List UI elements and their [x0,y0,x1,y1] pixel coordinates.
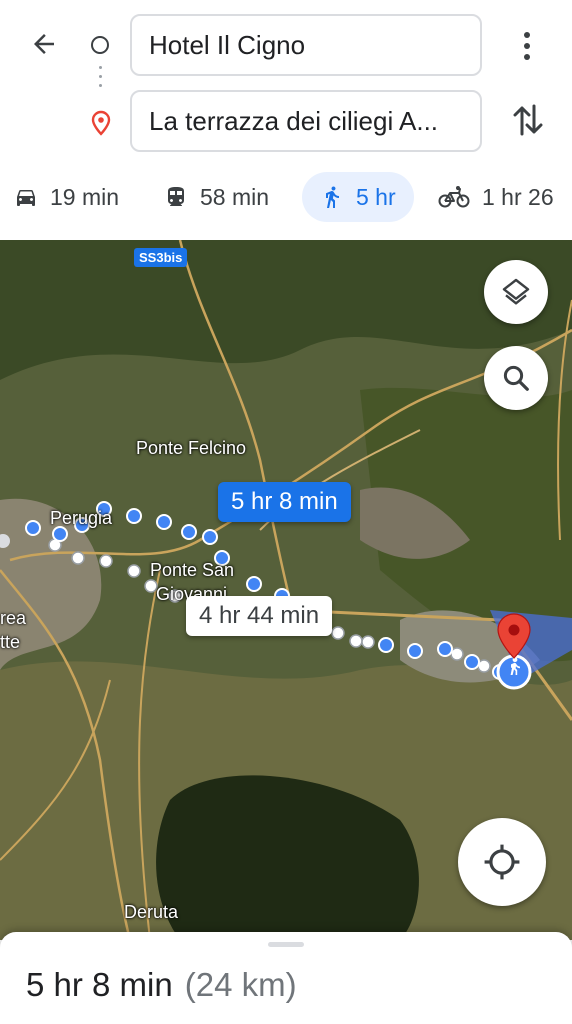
destination-input[interactable]: La terrazza dei ciliegi A... [130,90,482,152]
tab-walking[interactable]: 5 hr [302,172,414,222]
route-duration: 5 hr 8 min [26,966,173,1003]
place-label: Ponte Felcino [136,438,247,458]
arrow-back-icon [34,34,54,54]
tab-cycling[interactable]: 1 hr 26 [438,172,554,222]
layers-button[interactable] [484,260,548,324]
tab-driving[interactable]: 19 min [14,172,119,222]
swap-vertical-icon [513,104,543,136]
alternate-route-label[interactable]: 4 hr 44 min [186,596,333,636]
route-connector-dots [98,66,102,96]
more-vert-icon [524,32,530,38]
primary-route-label[interactable]: 5 hr 8 min [218,482,351,522]
travel-mode-tabs: 19 min 58 min 5 hr 1 hr 26 [0,172,572,222]
tab-driving-label: 19 min [50,183,120,210]
my-location-button[interactable] [458,818,546,906]
search-along-route-button[interactable] [484,346,548,410]
tab-walking-label: 5 hr [356,183,396,210]
car-icon [17,190,35,206]
crosshair-icon [484,844,520,880]
more-options-button[interactable] [512,24,542,68]
place-label: Perugia [50,508,113,528]
route-summary: 5 hr 8 min (24 km) [26,966,297,1004]
road-shield: SS3bis [134,248,188,267]
route-distance: (24 km) [184,966,297,1003]
layers-icon [502,278,530,305]
route-summary-sheet[interactable]: 5 hr 8 min (24 km) [0,932,572,1024]
walk-icon [326,186,339,208]
directions-header: Hotel Il Cigno La terrazza dei ciliegi A… [0,0,572,240]
place-label: rea [0,608,27,628]
tab-transit-label: 58 min [200,183,270,210]
place-label: Ponte San [150,560,235,580]
satellite-map[interactable]: SS3bis Ponte Felcino Perugia Ponte San G… [0,240,572,940]
tab-cycling-label: 1 hr 26 [482,183,554,210]
origin-input[interactable]: Hotel Il Cigno [130,14,482,76]
swap-button[interactable] [510,100,546,140]
sheet-drag-handle[interactable] [268,942,304,947]
train-icon [168,187,184,206]
tab-transit[interactable]: 58 min [164,172,269,222]
destination-pin-icon [90,110,112,136]
destination-marker-icon[interactable] [488,612,544,692]
search-icon [503,365,529,391]
origin-circle-icon [91,36,109,54]
bike-icon [438,186,470,208]
place-label: tte [0,632,21,652]
place-label: Deruta [124,902,179,922]
back-button[interactable] [22,22,66,66]
